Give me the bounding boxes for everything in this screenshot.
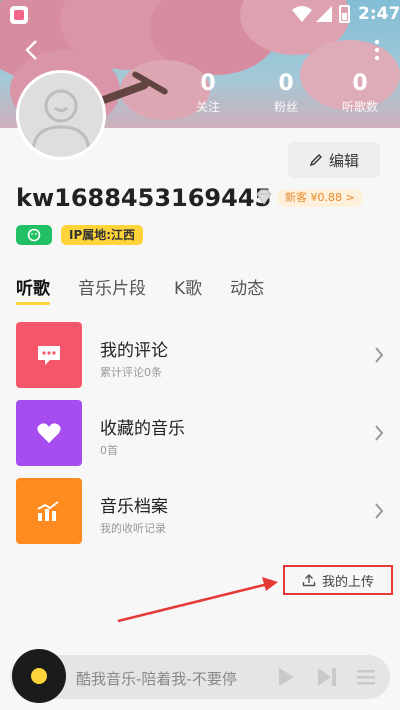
favorite-music-card[interactable]: 收藏的音乐 0首 — [16, 400, 384, 466]
comment-icon — [38, 346, 60, 365]
play-icon[interactable] — [276, 666, 296, 688]
my-comments-subtitle: 累计评论0条 — [100, 366, 162, 379]
chevron-right-icon — [375, 425, 384, 441]
my-upload-label: 我的上传 — [321, 574, 374, 590]
tab-karaoke[interactable]: K歌 — [174, 274, 202, 299]
stat-following[interactable]: 0 关注 — [178, 72, 238, 115]
favorite-music-title: 收藏的音乐 — [100, 419, 185, 439]
stat-fans-count: 0 — [278, 71, 294, 96]
stat-listen-count[interactable]: 0 听歌数 — [330, 72, 390, 115]
stat-fans[interactable]: 0 粉丝 — [256, 72, 316, 115]
app-notification-icon — [10, 6, 28, 24]
upload-icon — [302, 574, 316, 587]
edit-profile-button[interactable]: 编辑 — [288, 142, 380, 178]
avatar[interactable] — [16, 70, 106, 160]
album-disc-icon[interactable] — [12, 649, 66, 703]
username: kw1688453169445 — [16, 184, 272, 212]
default-avatar-icon — [31, 89, 91, 154]
chart-icon — [37, 501, 59, 521]
diamond-icon[interactable] — [254, 187, 274, 207]
newbie-coupon-badge[interactable]: 新客 ¥0.88 > — [277, 189, 363, 207]
tab-activity[interactable]: 动态 — [230, 274, 264, 299]
my-upload-button[interactable]: 我的上传 — [283, 565, 393, 595]
tab-listen[interactable]: 听歌 — [16, 274, 50, 305]
smile-icon — [27, 228, 41, 242]
wifi-icon — [292, 6, 312, 22]
favorite-music-icon-tile — [16, 400, 82, 466]
my-comments-title: 我的评论 — [100, 341, 168, 361]
my-comments-card[interactable]: 我的评论 累计评论0条 — [16, 322, 384, 388]
next-track-icon[interactable] — [316, 666, 338, 688]
pencil-icon — [309, 154, 322, 167]
music-archive-card[interactable]: 音乐档案 我的收听记录 — [16, 478, 384, 544]
music-archive-subtitle: 我的收听记录 — [100, 522, 166, 535]
stat-listen-count-number: 0 — [352, 71, 368, 96]
music-archive-icon-tile — [16, 478, 82, 544]
heart-icon — [37, 423, 61, 443]
music-archive-title: 音乐档案 — [100, 497, 168, 517]
mini-player[interactable]: 酷我音乐-陪着我-不要停 — [10, 649, 390, 703]
chevron-right-icon — [375, 503, 384, 519]
chevron-right-icon — [375, 347, 384, 363]
playlist-icon[interactable] — [356, 666, 376, 688]
battery-icon — [339, 5, 350, 23]
stat-following-count: 0 — [200, 71, 216, 96]
my-comments-icon-tile — [16, 322, 82, 388]
status-time: 2:47 — [358, 4, 400, 24]
edit-profile-label: 编辑 — [328, 151, 359, 170]
stat-listen-count-label: 听歌数 — [341, 100, 378, 114]
status-bar: 2:47 — [0, 0, 400, 30]
profile-tabs: 听歌 音乐片段 K歌 动态 — [16, 274, 292, 305]
stat-following-label: 关注 — [195, 100, 220, 114]
ip-location-tag: IP属地:江西 — [61, 225, 144, 245]
back-icon[interactable] — [20, 38, 44, 62]
tab-music-clips[interactable]: 音乐片段 — [78, 274, 146, 299]
favorite-music-subtitle: 0首 — [100, 444, 118, 457]
more-icon[interactable] — [370, 38, 384, 62]
now-playing-text[interactable]: 酷我音乐-陪着我-不要停 — [76, 668, 254, 689]
signal-icon — [316, 6, 332, 22]
vip-level-badge[interactable] — [16, 225, 52, 245]
stat-fans-label: 粉丝 — [273, 100, 298, 114]
